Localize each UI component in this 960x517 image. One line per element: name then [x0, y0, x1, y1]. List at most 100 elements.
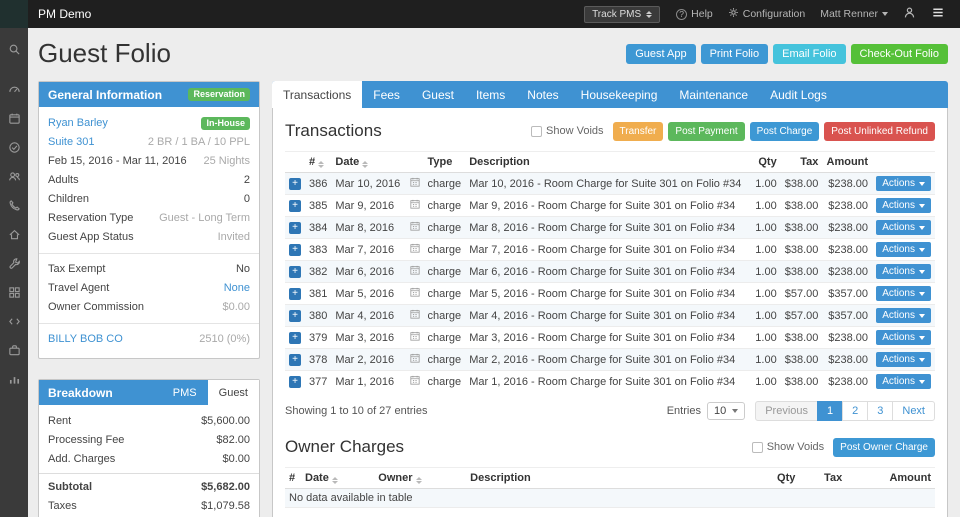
row-actions-button[interactable]: Actions [876, 352, 931, 367]
column-header-qty[interactable]: Qty [752, 468, 799, 489]
expand-row-button[interactable]: + [289, 288, 301, 300]
row-actions-button[interactable]: Actions [876, 374, 931, 389]
pagination-page-2[interactable]: 2 [842, 401, 868, 421]
email-folio-button[interactable]: Email Folio [773, 44, 845, 64]
tab-fees[interactable]: Fees [362, 81, 411, 108]
briefcase-icon[interactable] [0, 336, 28, 365]
pagination-page-1[interactable]: 1 [817, 401, 843, 421]
transaction-date: Mar 1, 2016 [335, 376, 394, 388]
column-header-date[interactable]: Date [331, 152, 423, 173]
column-header-expand [285, 152, 305, 173]
track-pms-button[interactable]: Track PMS [584, 6, 660, 23]
expand-row-button[interactable]: + [289, 266, 301, 278]
configuration-link[interactable]: Configuration [728, 7, 805, 21]
calendar-icon[interactable] [0, 104, 28, 133]
transactions-section: Transactions Show Voids Transfer [285, 121, 935, 421]
tab-items[interactable]: Items [465, 81, 516, 108]
post-payment-button[interactable]: Post Payment [668, 122, 744, 141]
column-header-date[interactable]: Date [301, 468, 374, 489]
column-header-number[interactable]: # [305, 152, 331, 173]
pagination-previous[interactable]: Previous [755, 401, 818, 421]
app-logo[interactable] [0, 0, 28, 28]
column-header-qty[interactable]: Qty [751, 152, 780, 173]
column-header-number[interactable]: # [285, 468, 301, 489]
help-link[interactable]: ? Help [676, 8, 713, 20]
breakdown-tab-pms[interactable]: PMS [162, 380, 208, 405]
company-link[interactable]: BILLY BOB CO [48, 330, 123, 349]
dashboard-icon[interactable] [0, 75, 28, 104]
app-brand[interactable]: PM Demo [38, 7, 91, 21]
profile-button[interactable] [903, 6, 916, 22]
show-voids-checkbox[interactable] [531, 126, 542, 137]
home-icon[interactable] [0, 220, 28, 249]
subtotal-row: Subtotal $5,682.00 [48, 478, 250, 497]
column-header-description[interactable]: Description [466, 468, 752, 489]
transaction-date: Mar 7, 2016 [335, 244, 394, 256]
code-icon[interactable] [0, 307, 28, 336]
grid-icon[interactable] [0, 278, 28, 307]
row-actions-button[interactable]: Actions [876, 198, 931, 213]
chart-icon[interactable] [0, 365, 28, 394]
column-header-tax[interactable]: Tax [781, 152, 823, 173]
search-icon[interactable] [0, 35, 28, 64]
user-menu[interactable]: Matt Renner [820, 8, 888, 20]
column-header-type[interactable]: Type [424, 152, 466, 173]
taxes-value: $1,079.58 [201, 497, 250, 516]
expand-row-button[interactable]: + [289, 178, 301, 190]
expand-row-button[interactable]: + [289, 244, 301, 256]
entries-select[interactable]: 10 [707, 402, 745, 420]
unit-link[interactable]: Suite 301 [48, 133, 94, 152]
pagination-page-3[interactable]: 3 [867, 401, 893, 421]
transaction-date: Mar 6, 2016 [335, 266, 394, 278]
reservation-badge: Reservation [188, 88, 250, 101]
phone-icon[interactable] [0, 191, 28, 220]
post-unlinked-refund-button[interactable]: Post Unlinked Refund [824, 122, 935, 141]
transfer-button[interactable]: Transfer [613, 122, 664, 141]
calendar-icon [410, 199, 420, 212]
print-folio-button[interactable]: Print Folio [701, 44, 769, 64]
transaction-date: Mar 5, 2016 [335, 288, 394, 300]
wrench-icon[interactable] [0, 249, 28, 278]
in-house-badge: In-House [201, 117, 250, 130]
transaction-date: Mar 4, 2016 [335, 310, 394, 322]
checkmark-icon[interactable] [0, 133, 28, 162]
expand-row-button[interactable]: + [289, 222, 301, 234]
post-charge-button[interactable]: Post Charge [750, 122, 820, 141]
expand-row-button[interactable]: + [289, 354, 301, 366]
tab-guest[interactable]: Guest [411, 81, 465, 108]
owner-charges-title: Owner Charges [285, 437, 404, 457]
row-actions-button[interactable]: Actions [876, 330, 931, 345]
expand-row-button[interactable]: + [289, 200, 301, 212]
row-actions-button[interactable]: Actions [876, 176, 931, 191]
check-out-folio-button[interactable]: Check-Out Folio [851, 44, 948, 64]
column-header-amount[interactable]: Amount [846, 468, 935, 489]
column-header-tax[interactable]: Tax [799, 468, 846, 489]
tab-housekeeping[interactable]: Housekeeping [570, 81, 669, 108]
owner-show-voids-checkbox[interactable] [752, 442, 763, 453]
tab-notes[interactable]: Notes [516, 81, 569, 108]
pagination-next[interactable]: Next [892, 401, 935, 421]
expand-row-button[interactable]: + [289, 310, 301, 322]
tab-transactions[interactable]: Transactions [272, 81, 362, 108]
row-actions-button[interactable]: Actions [876, 220, 931, 235]
column-header-description[interactable]: Description [465, 152, 751, 173]
tab-audit-logs[interactable]: Audit Logs [759, 81, 838, 108]
row-actions-button[interactable]: Actions [876, 286, 931, 301]
row-actions-button[interactable]: Actions [876, 242, 931, 257]
tab-maintenance[interactable]: Maintenance [668, 81, 759, 108]
users-icon[interactable] [0, 162, 28, 191]
guest-app-button[interactable]: Guest App [626, 44, 695, 64]
row-actions-button[interactable]: Actions [876, 308, 931, 323]
row-actions-button[interactable]: Actions [876, 264, 931, 279]
breakdown-tab-guest[interactable]: Guest [208, 380, 259, 405]
transaction-qty: 1.00 [751, 349, 780, 371]
post-owner-charge-button[interactable]: Post Owner Charge [833, 438, 935, 457]
expand-row-button[interactable]: + [289, 332, 301, 344]
actions-label: Actions [882, 376, 915, 387]
expand-row-button[interactable]: + [289, 376, 301, 388]
menu-button[interactable] [931, 6, 945, 22]
guest-name-link[interactable]: Ryan Barley [48, 114, 108, 133]
transaction-row: + 377 Mar 1, 2016 charge Mar 1, 2016 - R… [285, 371, 935, 393]
column-header-amount[interactable]: Amount [822, 152, 872, 173]
column-header-owner[interactable]: Owner [374, 468, 466, 489]
